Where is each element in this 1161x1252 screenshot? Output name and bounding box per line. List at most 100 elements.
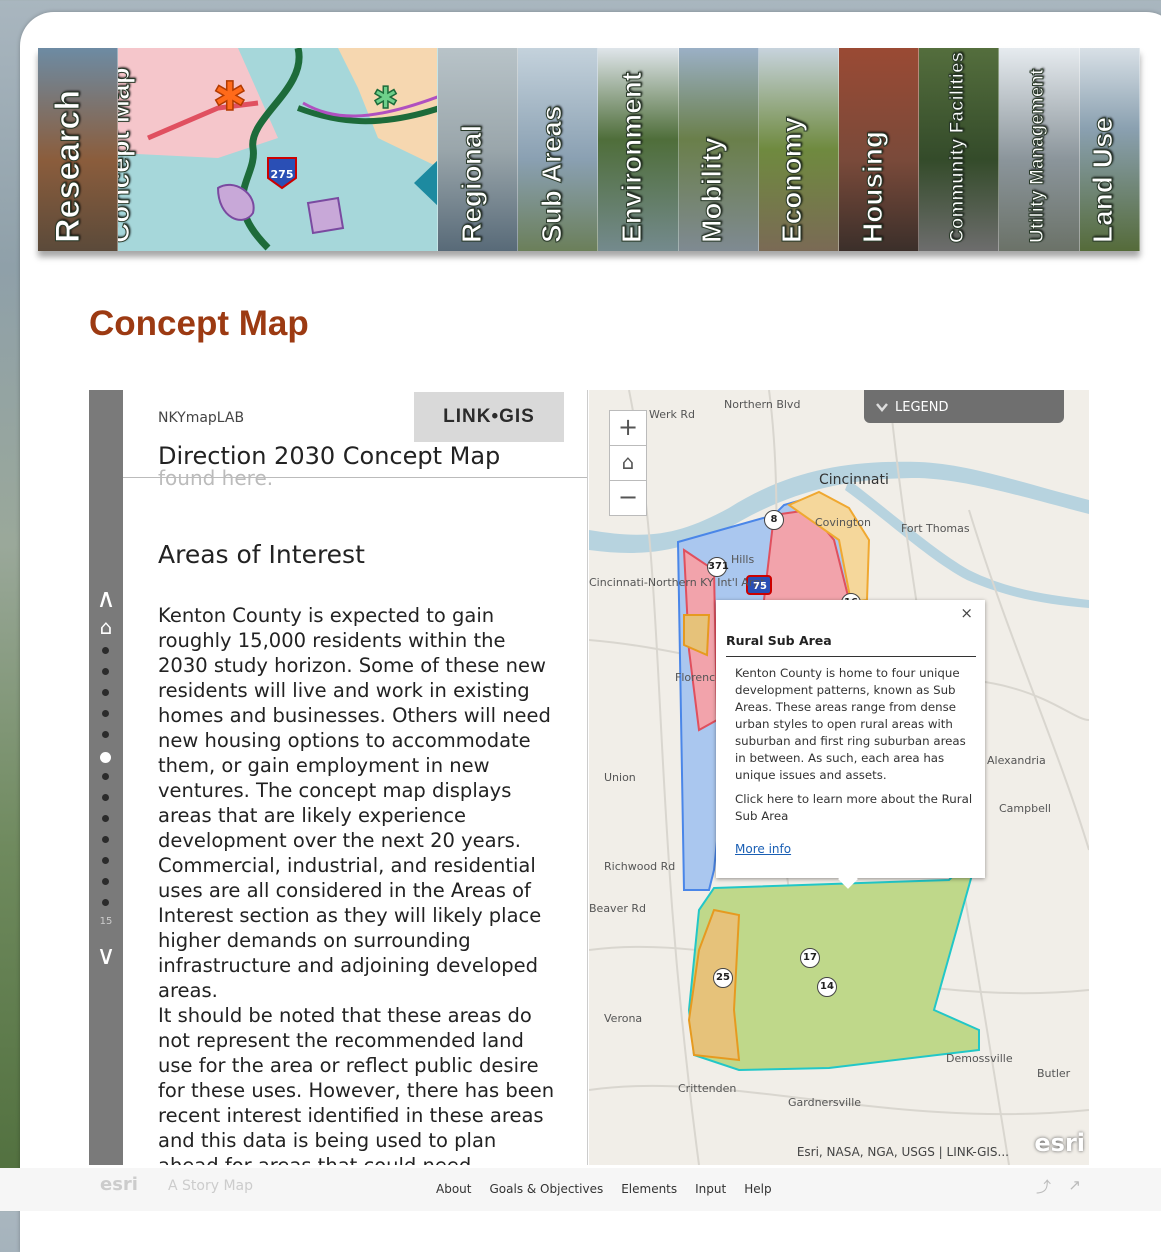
tab-regional[interactable]: Regional bbox=[437, 48, 519, 251]
page-title: Concept Map bbox=[89, 304, 309, 343]
route-shield: 25 bbox=[713, 968, 733, 988]
route-shield: 8 bbox=[764, 510, 784, 530]
popup-cta: Click here to learn more about the Rural… bbox=[735, 792, 973, 823]
place-label: Hills bbox=[731, 553, 755, 566]
chevron-down-icon bbox=[876, 403, 888, 412]
interstate-shield: 75 bbox=[753, 581, 767, 592]
section-dot[interactable] bbox=[102, 689, 109, 696]
tab-housing[interactable]: Housing bbox=[839, 48, 920, 251]
section-dot[interactable] bbox=[102, 794, 109, 801]
close-icon[interactable]: × bbox=[960, 604, 973, 622]
place-label: Crittenden bbox=[678, 1082, 737, 1095]
story-subtitle: NKYmapLAB bbox=[158, 410, 245, 426]
section-dot[interactable] bbox=[102, 731, 109, 738]
place-label: Northern Blvd bbox=[724, 398, 801, 411]
home-icon[interactable]: ⌂ bbox=[92, 616, 120, 638]
tab-environment[interactable]: Environment bbox=[598, 48, 679, 251]
paragraph-2: It should be noted that these areas do n… bbox=[158, 1004, 555, 1165]
story-nav-rail: ∧ ⌂ 15 ∨ bbox=[89, 390, 123, 1165]
place-label: Alexandria bbox=[987, 754, 1046, 767]
previous-section-arrow-icon[interactable]: ∧ bbox=[92, 586, 120, 612]
link-gis-logo[interactable]: LINK•GIS bbox=[414, 392, 564, 442]
story-footer: esri A Story Map About Goals & Objectives… bbox=[0, 1168, 1161, 1211]
place-label: Richwood Rd bbox=[604, 860, 676, 873]
legend-toggle[interactable]: LEGEND bbox=[864, 390, 1064, 423]
section-dot[interactable] bbox=[102, 878, 109, 885]
place-label: Butler bbox=[1037, 1067, 1071, 1080]
external-link-icon[interactable]: ↗ bbox=[1068, 1176, 1081, 1194]
footer-link-about[interactable]: About bbox=[436, 1182, 471, 1196]
route-shield: 17 bbox=[800, 948, 820, 968]
section-dot[interactable] bbox=[102, 710, 109, 717]
map-popup: × Rural Sub Area Kenton County is home t… bbox=[716, 600, 985, 889]
section-count: 15 bbox=[99, 916, 113, 927]
tab-mobility[interactable]: Mobility bbox=[678, 48, 759, 251]
tab-label: Research bbox=[48, 89, 87, 243]
map-home-button[interactable]: ⌂ bbox=[609, 445, 647, 481]
section-dot[interactable] bbox=[100, 752, 111, 763]
esri-footer-logo[interactable]: esri bbox=[100, 1174, 138, 1195]
section-dot[interactable] bbox=[102, 899, 109, 906]
place-label: Beaver Rd bbox=[589, 902, 646, 915]
tab-utility-management[interactable]: Utility Management bbox=[999, 48, 1080, 251]
esri-logo[interactable]: esri bbox=[1034, 1129, 1085, 1157]
story-title: Direction 2030 Concept Map bbox=[158, 442, 501, 470]
place-label: Cincinnati bbox=[819, 472, 889, 488]
tab-label: Concept Map bbox=[118, 67, 136, 244]
section-dot[interactable] bbox=[102, 647, 109, 654]
popup-divider bbox=[726, 656, 976, 657]
zoom-out-button[interactable]: − bbox=[609, 480, 647, 516]
place-label: Campbell bbox=[999, 802, 1051, 815]
place-label: Union bbox=[604, 771, 636, 784]
legend-label: LEGEND bbox=[895, 400, 949, 415]
section-tabs: Research ✱ ✱ 275 Concept Map Regional Sub Area… bbox=[38, 48, 1141, 251]
popup-body: Kenton County is home to four unique dev… bbox=[735, 666, 966, 782]
footer-nav: About Goals & Objectives Elements Input Help bbox=[436, 1182, 772, 1196]
map-view[interactable]: Werk Rd Northern Blvd Cincinnati Covington F… bbox=[589, 390, 1089, 1165]
tab-sub-areas[interactable]: Sub Areas bbox=[518, 48, 599, 251]
tab-label: Housing bbox=[856, 131, 888, 244]
narrative-panel: found here. NKYmapLAB LINK•GIS Direction… bbox=[123, 390, 588, 1165]
svg-text:✱: ✱ bbox=[213, 74, 247, 120]
place-label: Gardnersville bbox=[788, 1096, 862, 1109]
footer-link-input[interactable]: Input bbox=[695, 1182, 726, 1196]
svg-text:✱: ✱ bbox=[373, 81, 398, 116]
map-attribution[interactable]: Esri, NASA, NGA, USGS | LINK-GIS... bbox=[797, 1145, 1009, 1159]
footer-link-goals-objectives[interactable]: Goals & Objectives bbox=[489, 1182, 603, 1196]
footer-link-help[interactable]: Help bbox=[744, 1182, 771, 1196]
tab-label: Land Use bbox=[1087, 116, 1119, 243]
section-heading: Areas of Interest bbox=[158, 540, 365, 569]
story-map-label: A Story Map bbox=[168, 1178, 254, 1194]
paragraph-1: Kenton County is expected to gain roughl… bbox=[158, 604, 551, 1002]
place-label: Werk Rd bbox=[649, 408, 696, 421]
route-shield: 371 bbox=[707, 557, 729, 577]
place-label: Covington bbox=[815, 516, 871, 529]
footer-link-elements[interactable]: Elements bbox=[621, 1182, 677, 1196]
tab-label: Mobility bbox=[696, 137, 728, 244]
more-info-link[interactable]: More info bbox=[735, 842, 791, 856]
svg-text:275: 275 bbox=[271, 168, 294, 181]
tab-label: Utility Management bbox=[1027, 68, 1049, 243]
next-section-arrow-icon[interactable]: ∨ bbox=[92, 943, 120, 969]
tab-label: Environment bbox=[615, 71, 647, 243]
tab-community-facilities[interactable]: Community Facilities bbox=[919, 48, 1000, 251]
tab-label: Community Facilities bbox=[946, 51, 968, 243]
tab-land-use[interactable]: Land Use bbox=[1079, 48, 1141, 251]
section-dot[interactable] bbox=[102, 836, 109, 843]
place-label: Fort Thomas bbox=[901, 522, 970, 535]
tab-label: Regional bbox=[455, 124, 487, 243]
zoom-in-button[interactable]: + bbox=[609, 410, 647, 446]
popup-title: Rural Sub Area bbox=[726, 633, 832, 648]
section-dot[interactable] bbox=[102, 668, 109, 675]
section-dot[interactable] bbox=[102, 815, 109, 822]
section-dot[interactable] bbox=[102, 857, 109, 864]
tab-economy[interactable]: Economy bbox=[758, 48, 839, 251]
section-dot[interactable] bbox=[102, 773, 109, 780]
tab-research[interactable]: Research bbox=[38, 48, 119, 251]
tab-concept-map[interactable]: ✱ ✱ 275 Concept Map bbox=[118, 48, 438, 251]
place-label: Verona bbox=[604, 1012, 643, 1025]
share-icon[interactable]: ⤴ bbox=[1036, 1176, 1051, 1197]
route-shield: 14 bbox=[817, 977, 837, 997]
tab-label: Sub Areas bbox=[535, 105, 567, 243]
title-divider bbox=[123, 477, 587, 478]
